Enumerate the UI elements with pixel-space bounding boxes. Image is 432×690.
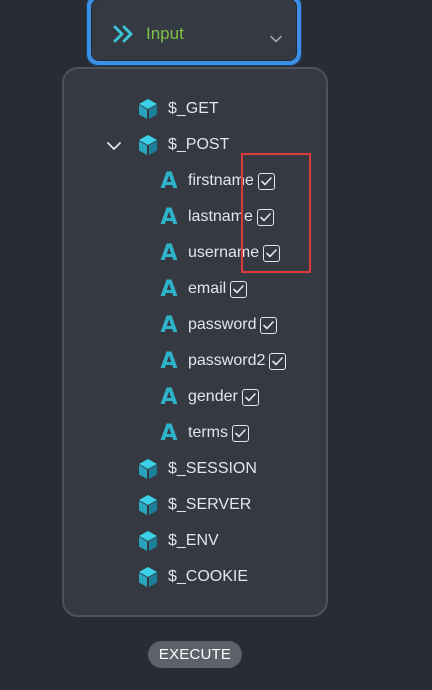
checkmark-icon [233,284,245,294]
cube-icon [136,565,160,589]
chevron-down-icon[interactable] [106,139,122,151]
checkmark-icon [245,392,256,402]
tree-variable-post[interactable]: $_POST [106,131,229,159]
cube-icon [136,133,160,157]
tree-variable-session[interactable]: $_SESSION [136,455,257,483]
tree-field-email: Aemail [158,275,248,303]
variable-label: $_SERVER [168,496,252,513]
execute-button[interactable]: EXECUTE [148,641,242,668]
checkmark-icon [263,320,275,330]
text-field-icon: A [160,420,178,446]
field-label: password [188,316,257,333]
tree-variable-get[interactable]: $_GET [136,95,219,123]
tree-variable-cookie[interactable]: $_COOKIE [136,563,248,591]
text-field-icon: A [160,348,178,374]
tree-field-gender: Agender [158,383,259,411]
field-checkbox[interactable] [260,316,278,334]
variable-label: $_SESSION [168,460,257,477]
text-field-icon: A [160,204,178,230]
cube-icon [136,529,160,553]
field-checkbox[interactable] [241,388,259,406]
chevron-down-icon [270,30,282,43]
variable-label: $_GET [168,100,219,117]
tree-field-password: Apassword [158,311,278,339]
input-select[interactable]: Input [91,0,297,61]
text-field-icon: A [160,312,178,338]
field-checkbox[interactable] [232,424,249,442]
tree-field-terms: Aterms [158,419,249,447]
text-field-icon: A [160,240,178,266]
double-chevron-right-icon [112,24,138,44]
input-node[interactable]: Input [86,0,302,66]
field-checkbox[interactable] [230,280,248,298]
tree-variable-server[interactable]: $_SERVER [136,491,251,519]
tree-variable-env[interactable]: $_ENV [136,527,219,555]
canvas: Input $_GET $_POST Afirstname Alastname Ause… [0,0,432,690]
tree-field-password2: Apassword2 [158,347,287,375]
checkmark-icon [272,356,284,366]
cube-icon [136,97,160,121]
field-label: email [188,280,227,297]
cube-icon [136,493,160,517]
field-label: terms [188,424,228,441]
variable-label: $_ENV [168,532,219,549]
checkmark-icon [235,428,246,438]
text-field-icon: A [160,384,178,410]
text-field-icon: A [160,168,178,194]
cube-icon [136,457,160,481]
variable-label: $_POST [168,136,230,153]
highlight-box [241,153,311,273]
field-label: password2 [188,352,266,369]
input-label: Input [146,24,184,43]
field-checkbox[interactable] [269,352,287,370]
text-field-icon: A [160,276,178,302]
variable-label: $_COOKIE [168,568,249,585]
field-label: gender [188,388,238,405]
